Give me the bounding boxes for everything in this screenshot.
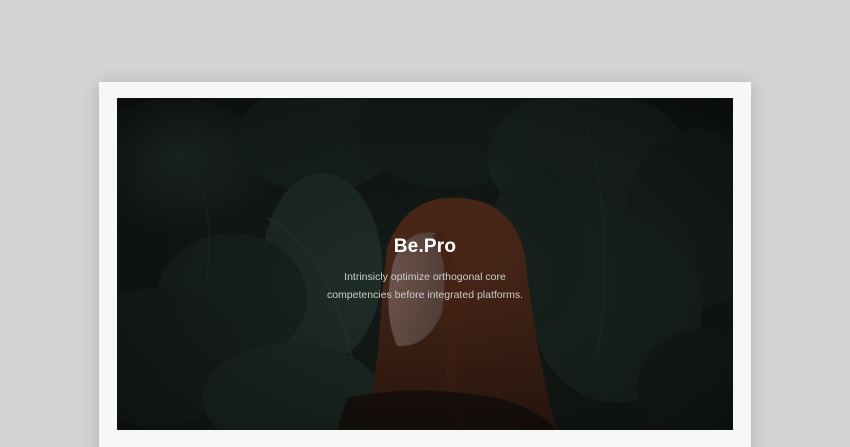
hero-content: Be.Pro Intrinsicly optimize orthogonal c… [117,236,733,304]
hero-tagline-line-2: competencies before integrated platforms… [326,289,524,301]
hero-tagline: Intrinsicly optimize orthogonal core com… [117,268,733,304]
hero-tagline-line-1: Intrinsicly optimize orthogonal core [344,271,506,283]
page-background: Be.Pro Intrinsicly optimize orthogonal c… [0,0,850,447]
hero-title: Be.Pro [393,236,457,257]
hero-section: Be.Pro Intrinsicly optimize orthogonal c… [117,98,733,430]
